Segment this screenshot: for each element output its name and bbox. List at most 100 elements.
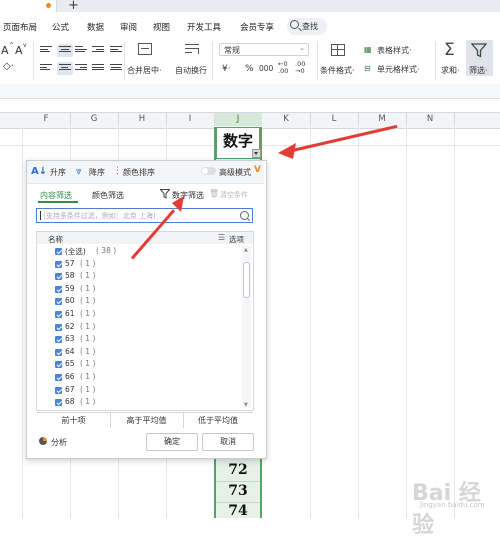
font-decrease-button[interactable]: A (15, 44, 23, 57)
menu-member[interactable]: 会员专享 (240, 21, 274, 33)
list-header-options[interactable]: 选项 (229, 234, 244, 245)
value-checkbox[interactable] (55, 361, 62, 369)
divider (317, 42, 318, 80)
align-middle-icon[interactable] (57, 44, 73, 57)
sort-ascending-button[interactable]: 升序 (50, 167, 66, 178)
advanced-mode-toggle[interactable] (201, 167, 216, 175)
tab-color-filter[interactable]: 颜色筛选 (92, 190, 124, 201)
value-label: 58 (65, 271, 75, 281)
conditional-format-button[interactable]: 条件格式· (320, 65, 355, 76)
indent-icon[interactable] (92, 46, 104, 55)
sum-icon[interactable]: Σ (444, 40, 455, 60)
watermark-url: jingyan.baidu.com (420, 501, 485, 509)
value-count: ( 1 ) (80, 271, 96, 281)
cell-value[interactable]: 72 (216, 462, 260, 478)
clear-conditions-button[interactable]: 清空条件 (220, 190, 248, 200)
value-checkbox[interactable] (55, 248, 62, 255)
scrollbar-thumb[interactable] (243, 262, 250, 298)
column-header-m[interactable]: M (358, 113, 407, 126)
column-header-f[interactable]: F (22, 113, 71, 126)
value-checkbox[interactable] (55, 386, 62, 394)
menu-review[interactable]: 审阅 (120, 21, 137, 33)
tab-content-filter[interactable]: 内容筛选 (40, 190, 72, 201)
column-header-i[interactable]: I (166, 113, 215, 126)
options-menu-icon[interactable]: ☰ (218, 233, 225, 242)
percent-button[interactable]: % (245, 64, 254, 74)
column-header-k[interactable]: K (262, 113, 311, 126)
wrap-text-button[interactable]: 自动换行 (175, 65, 207, 76)
column-header-n[interactable]: N (406, 113, 455, 126)
ok-button[interactable]: 确定 (146, 433, 198, 451)
arrow-head-icon (172, 196, 184, 212)
sum-button[interactable]: 求和· (441, 65, 460, 76)
menu-developer[interactable]: 开发工具 (187, 21, 221, 33)
table-style-button[interactable]: 表格样式· (377, 45, 412, 56)
cancel-button[interactable]: 取消 (202, 433, 254, 451)
currency-button[interactable]: ¥· (222, 64, 231, 74)
menu-page-layout[interactable]: 页面布局 (3, 21, 37, 33)
clear-format-icon[interactable]: ◇· (3, 61, 14, 72)
merge-center-button[interactable]: 合并居中· (127, 65, 162, 76)
cell-style-button[interactable]: 单元格样式· (377, 64, 420, 75)
menu-formulas[interactable]: 公式 (52, 21, 69, 33)
divider (212, 42, 213, 80)
value-label: 60 (65, 296, 75, 306)
value-checkbox[interactable] (55, 399, 62, 407)
value-label: 64 (65, 346, 75, 356)
sort-descending-button[interactable]: 降序 (89, 167, 105, 178)
scroll-down-icon[interactable]: ▼ (244, 402, 248, 408)
value-label: 59 (65, 283, 75, 293)
value-checkbox[interactable] (55, 285, 62, 293)
filter-search-input[interactable]: (支持多条件过滤，例如：北京 上海) (36, 208, 253, 223)
above-average-button[interactable]: 高于平均值 (110, 412, 184, 428)
color-sort-button[interactable]: 颜色排序 (123, 167, 155, 178)
outdent-icon[interactable] (110, 46, 122, 55)
column-header-h[interactable]: H (118, 113, 167, 126)
value-count: ( 1 ) (80, 309, 96, 318)
wrap-text-icon[interactable] (185, 44, 199, 54)
column-header-l[interactable]: L (310, 113, 359, 126)
value-label: 61 (65, 309, 75, 318)
thousands-button[interactable]: 000 (259, 64, 273, 73)
cell-value[interactable]: 73 (216, 483, 260, 499)
font-increase-button[interactable]: A (1, 44, 9, 57)
align-right-icon[interactable] (75, 64, 87, 73)
increase-decimal-button[interactable]: ←0 .00 (278, 61, 292, 75)
analysis-button[interactable]: 分析 (51, 437, 67, 448)
arrow-head-icon (278, 143, 296, 159)
menu-view[interactable]: 视图 (153, 21, 170, 33)
column-header-g[interactable]: G (70, 113, 119, 126)
align-bottom-icon[interactable] (75, 46, 87, 55)
menu-data[interactable]: 数据 (87, 21, 104, 33)
align-center-icon[interactable] (57, 62, 73, 75)
merge-center-icon[interactable] (138, 43, 152, 55)
cell-value[interactable]: 74 (216, 503, 260, 519)
value-checkbox[interactable] (55, 273, 62, 281)
decrease-decimal-button[interactable]: .00 →0 (295, 61, 309, 75)
justify-icon[interactable] (92, 64, 104, 73)
conditional-format-icon[interactable] (331, 44, 345, 56)
divider (435, 42, 436, 80)
value-checkbox[interactable] (55, 311, 62, 318)
value-checkbox[interactable] (55, 336, 62, 344)
top-ten-button[interactable]: 前十项 (37, 412, 111, 428)
formula-bar (0, 84, 500, 99)
scroll-up-icon[interactable]: ▲ (244, 247, 248, 253)
below-average-button[interactable]: 低于平均值 (183, 412, 253, 428)
value-checkbox[interactable] (55, 260, 62, 268)
vip-v-icon: V (254, 165, 261, 175)
value-checkbox[interactable] (55, 323, 62, 331)
align-left-icon[interactable] (40, 64, 52, 73)
filter-button-label: 筛选· (469, 66, 488, 75)
column-header-j[interactable]: J (214, 113, 262, 126)
divider (124, 42, 125, 80)
value-checkbox[interactable] (55, 298, 62, 306)
distributed-icon[interactable] (110, 64, 122, 73)
number-format-select[interactable]: 常规 ⌄ (219, 43, 309, 56)
list-header-name: 名称 (48, 235, 63, 244)
cell-style-icon: ⊟ (364, 64, 371, 73)
value-checkbox[interactable] (55, 374, 62, 381)
align-top-icon[interactable] (40, 46, 52, 55)
search-label: 查找 (302, 22, 318, 31)
value-checkbox[interactable] (55, 348, 62, 356)
